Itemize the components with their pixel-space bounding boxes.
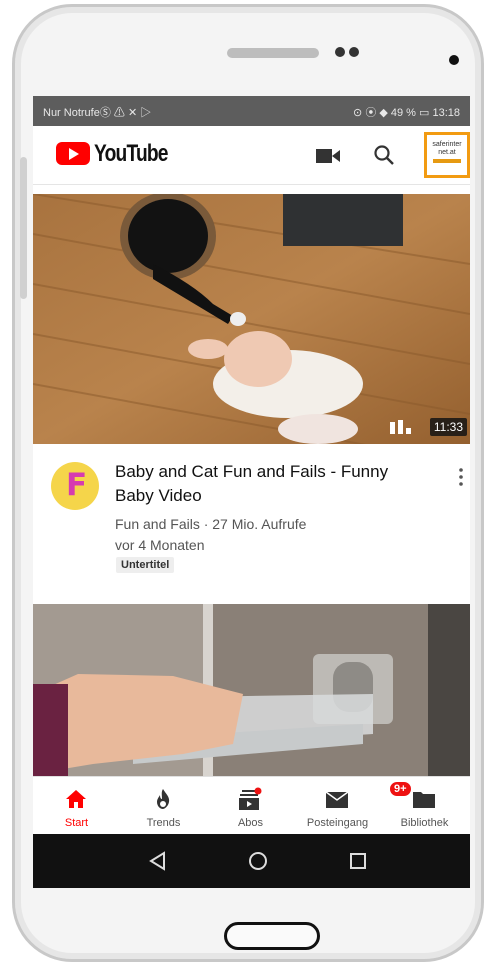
phone-speaker <box>227 48 319 58</box>
channel-initial: F <box>66 467 88 503</box>
thumbnail-image-1 <box>33 194 470 444</box>
home-hardware-button[interactable] <box>224 922 320 950</box>
sensor-dot <box>349 47 359 57</box>
status-bar: Nur NotrufeⓈ ⚠ ✕ ▷ ⊙ ⦿ ◆ 49 % ▭ 13:18 <box>33 96 470 126</box>
status-carrier: Nur NotrufeⓈ ⚠ ✕ ▷ <box>43 107 152 119</box>
system-navigation-bar <box>33 834 470 888</box>
thumbnail-image-2 <box>33 604 470 776</box>
youtube-logo-icon[interactable] <box>56 142 90 165</box>
inbox-icon <box>325 791 349 808</box>
side-button <box>20 157 27 299</box>
nav-label-posteingang: Posteingang <box>306 817 369 829</box>
video-duration: 11:33 <box>429 418 467 436</box>
flame-icon <box>157 789 170 809</box>
home-circle-icon[interactable] <box>248 851 268 871</box>
avatar-text-2: net.at <box>438 149 456 156</box>
nav-label-trends: Trends <box>146 817 181 829</box>
folder-icon <box>413 792 435 808</box>
video-title[interactable]: Baby and Cat Fun and Fails - Funny Baby … <box>115 460 415 508</box>
recents-square-icon[interactable] <box>348 851 368 871</box>
video-thumbnail-2[interactable] <box>33 604 470 776</box>
nav-label-abos: Abos <box>237 817 264 829</box>
video-meta: Fun and Fails · 27 Mio. Aufrufe vor 4 Mo… <box>115 514 415 556</box>
subscriptions-icon <box>239 787 262 810</box>
back-icon[interactable] <box>148 851 168 871</box>
inbox-badge: 9+ <box>388 780 413 798</box>
account-avatar[interactable]: saferinter net.at <box>424 132 470 178</box>
search-icon[interactable] <box>372 143 396 167</box>
nav-start[interactable]: Start <box>33 777 120 835</box>
phone-screen: Nur NotrufeⓈ ⚠ ✕ ▷ ⊙ ⦿ ◆ 49 % ▭ 13:18 Yo… <box>33 96 470 888</box>
channel-and-views: Fun and Fails · 27 Mio. Aufrufe <box>115 516 307 532</box>
brand-name[interactable]: YouTube <box>94 140 168 168</box>
video-details-1[interactable]: F Baby and Cat Fun and Fails - Funny Bab… <box>33 444 470 604</box>
nav-label-start: Start <box>64 817 89 829</box>
video-thumbnail-1[interactable]: 11:33 <box>33 194 470 444</box>
home-icon <box>66 790 86 808</box>
nav-trends[interactable]: Trends <box>120 777 207 835</box>
nav-posteingang[interactable]: Posteingang <box>294 777 381 835</box>
status-right: ⊙ ⦿ ◆ 49 % ▭ 13:18 <box>353 107 460 119</box>
quality-bars-icon <box>390 420 411 434</box>
sensor-dot <box>335 47 345 57</box>
nav-abos[interactable]: Abos <box>207 777 294 835</box>
upload-age: vor 4 Monaten <box>115 537 205 553</box>
more-options-icon[interactable] <box>459 468 463 486</box>
nav-label-bibliothek: Bibliothek <box>400 817 449 829</box>
video-camera-icon[interactable] <box>316 147 340 165</box>
front-camera <box>449 55 459 65</box>
channel-avatar[interactable]: F <box>51 462 99 510</box>
app-header: YouTube saferinter net.at <box>33 126 470 185</box>
avatar-text-1: saferinter <box>432 141 462 148</box>
subtitle-badge: Untertitel <box>116 557 175 573</box>
